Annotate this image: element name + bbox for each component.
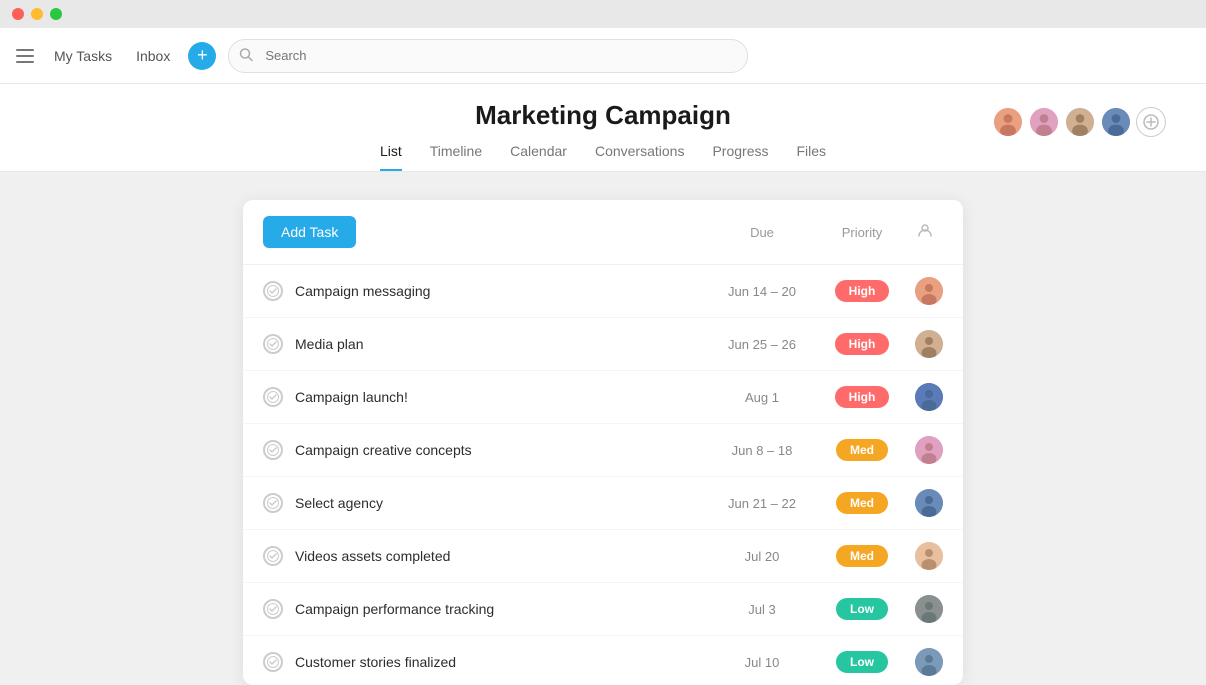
task-avatar-1 xyxy=(915,330,943,358)
avatar-member-3[interactable] xyxy=(1064,106,1096,138)
search-icon xyxy=(239,47,253,64)
search-bar xyxy=(228,39,748,73)
priority-badge-5: Med xyxy=(836,545,888,567)
task-row[interactable]: Customer stories finalized Jul 10 Low xyxy=(243,636,963,685)
project-title: Marketing Campaign xyxy=(475,100,731,131)
project-tabs: List Timeline Calendar Conversations Pro… xyxy=(356,143,850,171)
main-content: Marketing Campaign xyxy=(0,84,1206,685)
task-due-5: Jul 20 xyxy=(707,549,817,564)
task-row[interactable]: Campaign launch! Aug 1 High xyxy=(243,371,963,424)
priority-badge-7: Low xyxy=(836,651,888,673)
task-row[interactable]: Campaign messaging Jun 14 – 20 High xyxy=(243,265,963,318)
task-check-1[interactable] xyxy=(263,334,283,354)
task-avatar-7 xyxy=(915,648,943,676)
task-list-header: Add Task Due Priority xyxy=(243,200,963,265)
task-check-3[interactable] xyxy=(263,440,283,460)
menu-icon[interactable] xyxy=(16,46,36,66)
my-tasks-link[interactable]: My Tasks xyxy=(48,44,118,68)
minimize-button[interactable] xyxy=(31,8,43,20)
priority-badge-3: Med xyxy=(836,439,888,461)
task-row[interactable]: Select agency Jun 21 – 22 Med xyxy=(243,477,963,530)
tab-progress[interactable]: Progress xyxy=(712,143,768,171)
avatar-member-1[interactable] xyxy=(992,106,1024,138)
task-avatar-4 xyxy=(915,489,943,517)
avatar-member-4[interactable] xyxy=(1100,106,1132,138)
project-header: Marketing Campaign xyxy=(0,84,1206,172)
task-priority-2: High xyxy=(817,386,907,408)
task-priority-1: High xyxy=(817,333,907,355)
add-button[interactable]: + xyxy=(188,42,216,70)
maximize-button[interactable] xyxy=(50,8,62,20)
task-row[interactable]: Videos assets completed Jul 20 Med xyxy=(243,530,963,583)
tab-files[interactable]: Files xyxy=(796,143,826,171)
tab-list[interactable]: List xyxy=(380,143,402,171)
task-avatar-0 xyxy=(915,277,943,305)
task-container: Add Task Due Priority Campaign messaging… xyxy=(243,200,963,685)
task-avatar-3 xyxy=(915,436,943,464)
close-button[interactable] xyxy=(12,8,24,20)
search-input[interactable] xyxy=(228,39,748,73)
avatar-member-2[interactable] xyxy=(1028,106,1060,138)
task-due-7: Jul 10 xyxy=(707,655,817,670)
task-due-4: Jun 21 – 22 xyxy=(707,496,817,511)
task-name-3: Campaign creative concepts xyxy=(295,442,707,458)
task-check-6[interactable] xyxy=(263,599,283,619)
task-name-7: Customer stories finalized xyxy=(295,654,707,670)
task-name-6: Campaign performance tracking xyxy=(295,601,707,617)
task-priority-6: Low xyxy=(817,598,907,620)
task-due-0: Jun 14 – 20 xyxy=(707,284,817,299)
add-task-button[interactable]: Add Task xyxy=(263,216,356,248)
task-priority-4: Med xyxy=(817,492,907,514)
inbox-link[interactable]: Inbox xyxy=(130,44,176,68)
task-name-4: Select agency xyxy=(295,495,707,511)
task-check-7[interactable] xyxy=(263,652,283,672)
task-row[interactable]: Campaign creative concepts Jun 8 – 18 Me… xyxy=(243,424,963,477)
col-assignee-header xyxy=(907,222,943,243)
task-name-5: Videos assets completed xyxy=(295,548,707,564)
assignee-icon xyxy=(917,225,933,242)
tab-timeline[interactable]: Timeline xyxy=(430,143,482,171)
task-priority-5: Med xyxy=(817,545,907,567)
task-due-6: Jul 3 xyxy=(707,602,817,617)
member-avatars xyxy=(992,106,1166,138)
top-nav: My Tasks Inbox + xyxy=(0,28,1206,84)
tab-conversations[interactable]: Conversations xyxy=(595,143,685,171)
window-chrome xyxy=(0,0,1206,28)
priority-badge-6: Low xyxy=(836,598,888,620)
task-check-5[interactable] xyxy=(263,546,283,566)
task-due-1: Jun 25 – 26 xyxy=(707,337,817,352)
priority-badge-2: High xyxy=(835,386,890,408)
col-due-header: Due xyxy=(707,225,817,240)
task-avatar-6 xyxy=(915,595,943,623)
task-check-0[interactable] xyxy=(263,281,283,301)
task-row[interactable]: Media plan Jun 25 – 26 High xyxy=(243,318,963,371)
task-due-2: Aug 1 xyxy=(707,390,817,405)
task-avatar-5 xyxy=(915,542,943,570)
priority-badge-1: High xyxy=(835,333,890,355)
task-rows-container: Campaign messaging Jun 14 – 20 High Medi… xyxy=(243,265,963,685)
task-name-0: Campaign messaging xyxy=(295,283,707,299)
task-due-3: Jun 8 – 18 xyxy=(707,443,817,458)
task-priority-0: High xyxy=(817,280,907,302)
task-priority-3: Med xyxy=(817,439,907,461)
task-row[interactable]: Campaign performance tracking Jul 3 Low xyxy=(243,583,963,636)
tab-calendar[interactable]: Calendar xyxy=(510,143,567,171)
add-member-button[interactable] xyxy=(1136,107,1166,137)
priority-badge-4: Med xyxy=(836,492,888,514)
task-name-1: Media plan xyxy=(295,336,707,352)
task-priority-7: Low xyxy=(817,651,907,673)
col-priority-header: Priority xyxy=(817,225,907,240)
task-check-2[interactable] xyxy=(263,387,283,407)
task-name-2: Campaign launch! xyxy=(295,389,707,405)
priority-badge-0: High xyxy=(835,280,890,302)
task-check-4[interactable] xyxy=(263,493,283,513)
task-avatar-2 xyxy=(915,383,943,411)
